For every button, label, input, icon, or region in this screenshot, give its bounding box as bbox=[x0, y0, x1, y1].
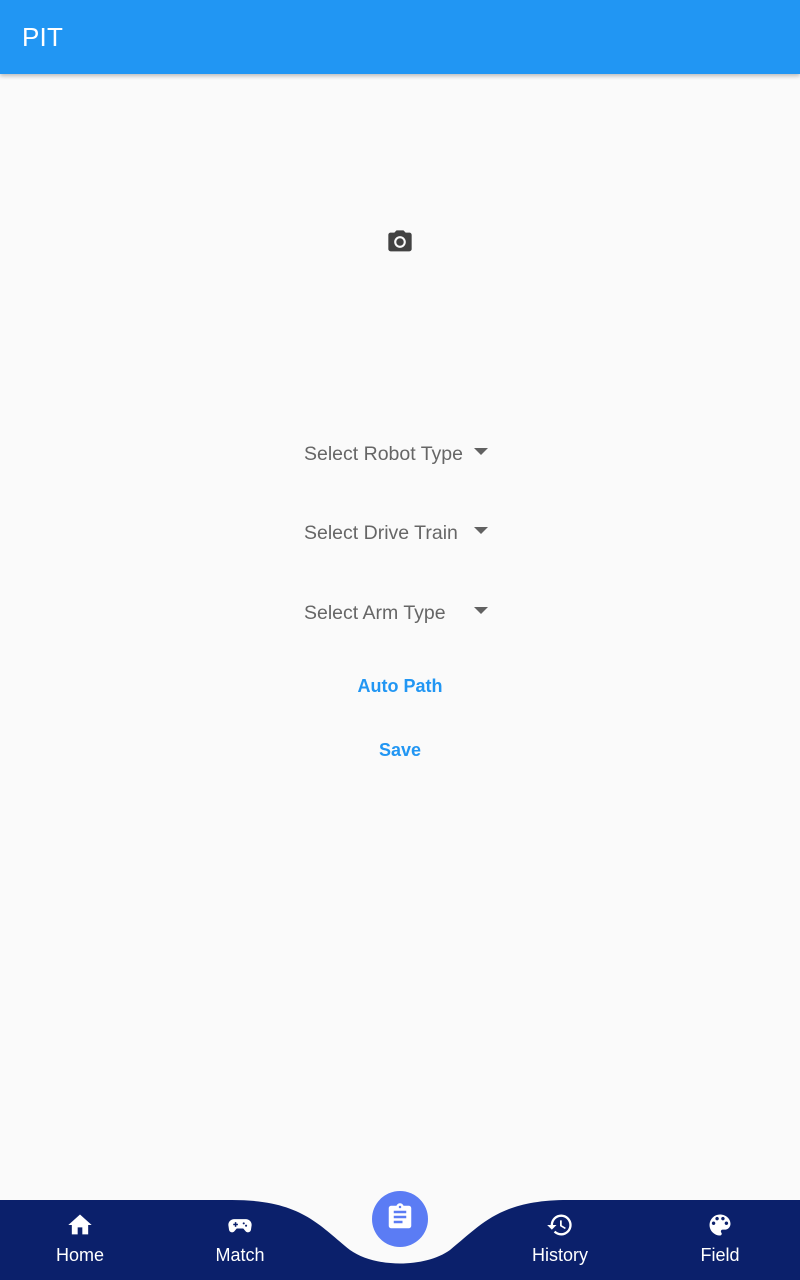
arm-type-placeholder: Select Arm Type bbox=[304, 601, 446, 624]
auto-path-button[interactable]: Auto Path bbox=[300, 666, 500, 706]
nav-item-history[interactable]: History bbox=[480, 1200, 640, 1280]
page-title: PIT bbox=[22, 22, 64, 52]
nav-item-match[interactable]: Match bbox=[160, 1200, 320, 1280]
nav-item-pit[interactable] bbox=[372, 1191, 428, 1247]
nav-label-match: Match bbox=[215, 1245, 265, 1265]
drive-train-placeholder: Select Drive Train bbox=[304, 521, 458, 544]
home-icon bbox=[66, 1211, 94, 1239]
nav-label-home: Home bbox=[55, 1245, 104, 1265]
arrow-drop-down-icon bbox=[474, 607, 488, 614]
camera-icon bbox=[386, 228, 414, 261]
arrow-drop-down-icon bbox=[474, 527, 488, 534]
history-icon bbox=[546, 1211, 574, 1239]
assignment-icon bbox=[385, 1202, 415, 1237]
robot-type-placeholder: Select Robot Type bbox=[304, 442, 463, 465]
take-photo-button[interactable] bbox=[380, 224, 420, 264]
app-bar: PIT bbox=[0, 0, 800, 74]
gamepad-icon bbox=[226, 1211, 254, 1239]
palette-icon bbox=[706, 1211, 734, 1239]
nav-item-field[interactable]: Field bbox=[640, 1200, 800, 1280]
arrow-drop-down-icon bbox=[474, 448, 488, 455]
nav-item-home[interactable]: Home bbox=[0, 1200, 160, 1280]
robot-type-dropdown[interactable]: Select Robot Type bbox=[304, 434, 496, 474]
nav-label-field: Field bbox=[700, 1245, 740, 1265]
nav-label-history: History bbox=[531, 1245, 588, 1265]
arm-type-dropdown[interactable]: Select Arm Type bbox=[304, 593, 496, 633]
save-button[interactable]: Save bbox=[300, 730, 500, 770]
drive-train-dropdown[interactable]: Select Drive Train bbox=[304, 513, 496, 553]
